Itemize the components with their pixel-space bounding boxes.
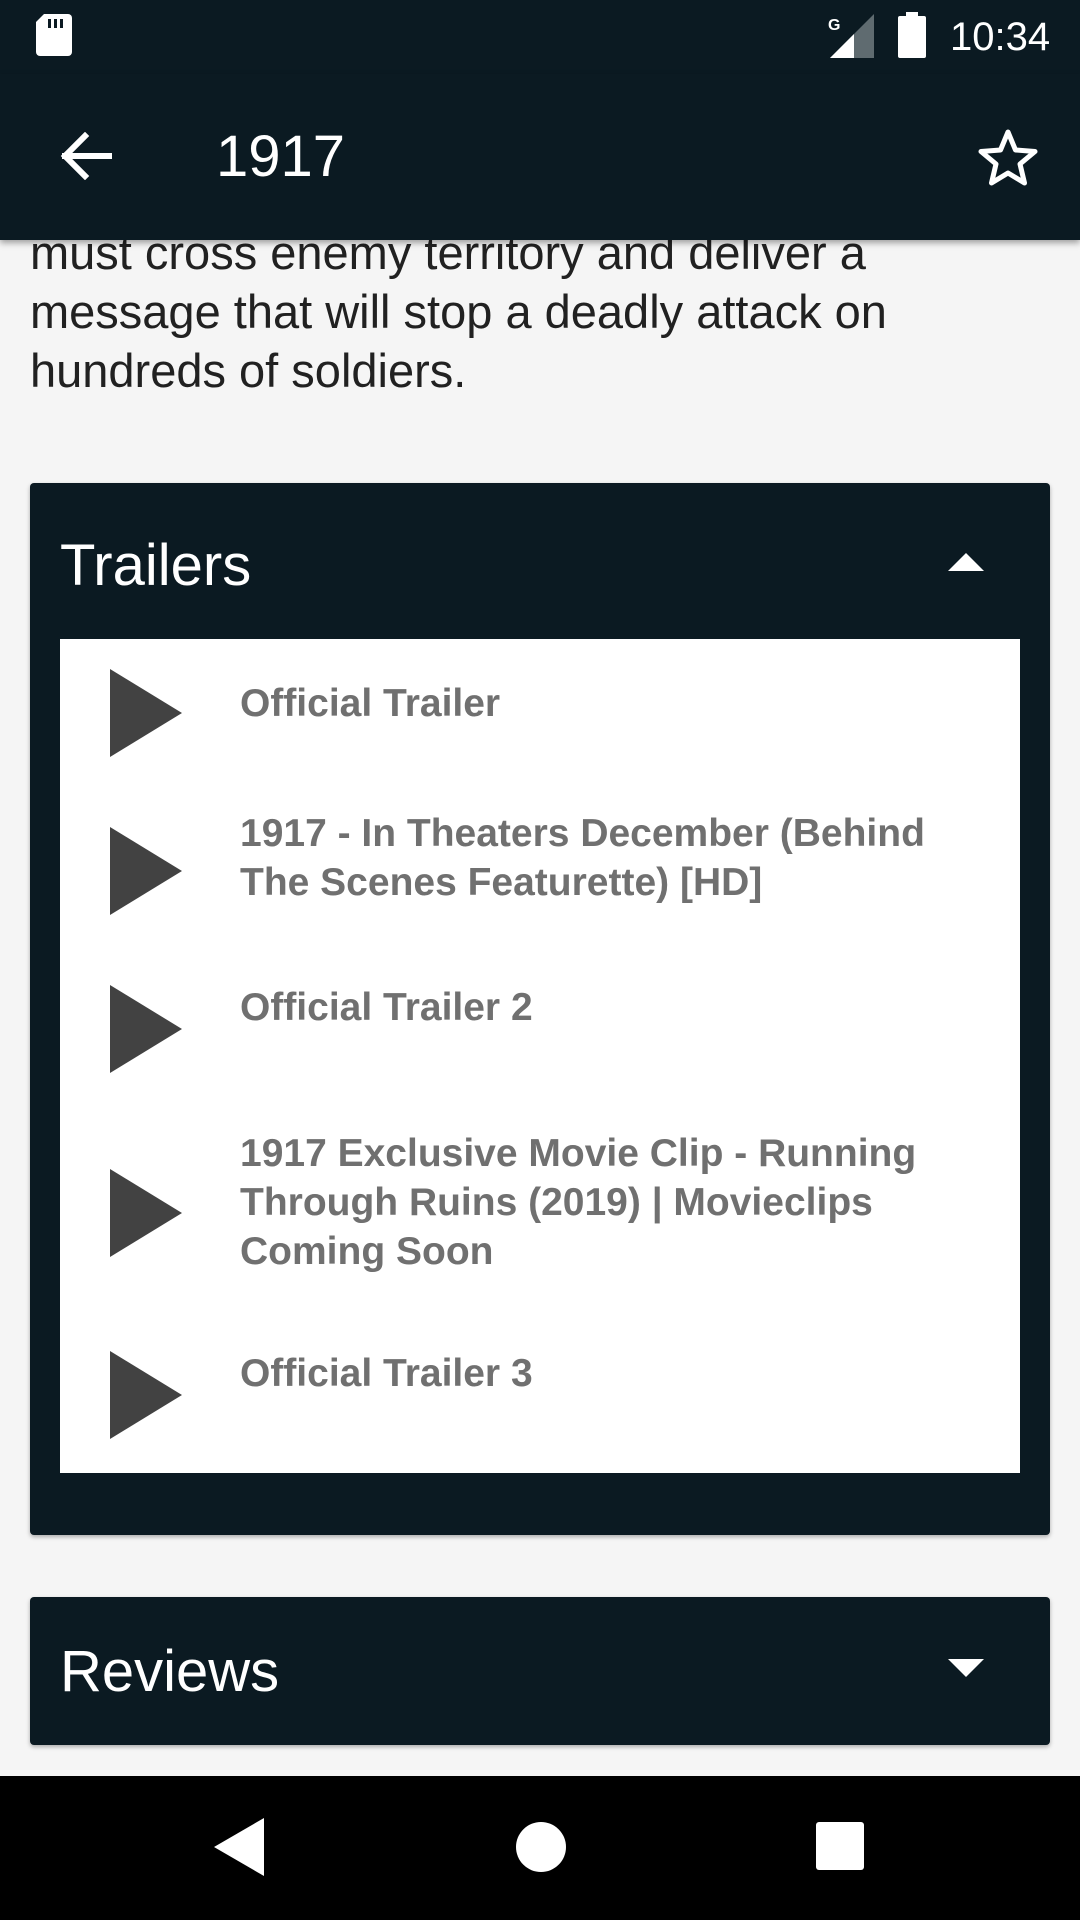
trailer-item[interactable]: Official Trailer 2 xyxy=(60,985,1020,1125)
trailer-title: Official Trailer 3 xyxy=(240,1352,533,1395)
trailer-item[interactable]: 1917 Exclusive Movie Clip - Running Thro… xyxy=(60,1132,1020,1309)
sd-card-icon xyxy=(36,14,72,56)
chevron-down-icon[interactable] xyxy=(938,1649,994,1689)
trailer-item[interactable]: Official Trailer xyxy=(60,669,1020,809)
arrow-back-icon xyxy=(60,132,112,180)
trailer-title: 1917 Exclusive Movie Clip - Running Thro… xyxy=(240,1132,917,1273)
status-time: 10:34 xyxy=(950,15,1051,59)
nav-home-icon[interactable] xyxy=(515,1821,567,1873)
trailers-title[interactable]: Trailers xyxy=(60,531,251,601)
chevron-up-icon[interactable] xyxy=(938,541,994,581)
nav-back-icon[interactable] xyxy=(214,1818,264,1876)
star-outline-icon xyxy=(978,129,1038,186)
trailer-title: Official Trailer 2 xyxy=(240,986,533,1029)
signal-icon: G xyxy=(828,14,874,58)
reviews-card[interactable]: Reviews xyxy=(30,1597,1050,1745)
page-title: 1917 xyxy=(216,124,346,189)
navigation-bar xyxy=(0,1776,1080,1920)
nav-recents-icon[interactable] xyxy=(816,1822,864,1870)
play-icon[interactable] xyxy=(110,1351,182,1439)
trailers-card: Trailers Official Trailer 1917 - In Thea… xyxy=(30,483,1050,1535)
trailer-title: 1917 - In Theaters December (Behind The … xyxy=(240,812,925,904)
trailer-title: Official Trailer xyxy=(240,682,501,725)
play-icon[interactable] xyxy=(110,669,182,757)
trailer-item[interactable]: 1917 - In Theaters December (Behind The … xyxy=(60,812,1020,967)
reviews-title[interactable]: Reviews xyxy=(60,1637,279,1707)
status-bar: G 10:34 xyxy=(0,0,1080,74)
back-button[interactable] xyxy=(48,118,124,194)
battery-icon xyxy=(898,12,926,58)
favorite-button[interactable] xyxy=(968,118,1048,198)
app-bar: 1917 xyxy=(0,74,1080,240)
play-icon[interactable] xyxy=(110,827,182,915)
trailer-list: Official Trailer 1917 - In Theaters Dece… xyxy=(60,639,1020,1473)
play-icon[interactable] xyxy=(110,985,182,1073)
network-type-label: G xyxy=(828,17,840,34)
trailer-item[interactable]: Official Trailer 3 xyxy=(60,1351,1020,1491)
play-icon[interactable] xyxy=(110,1169,182,1257)
